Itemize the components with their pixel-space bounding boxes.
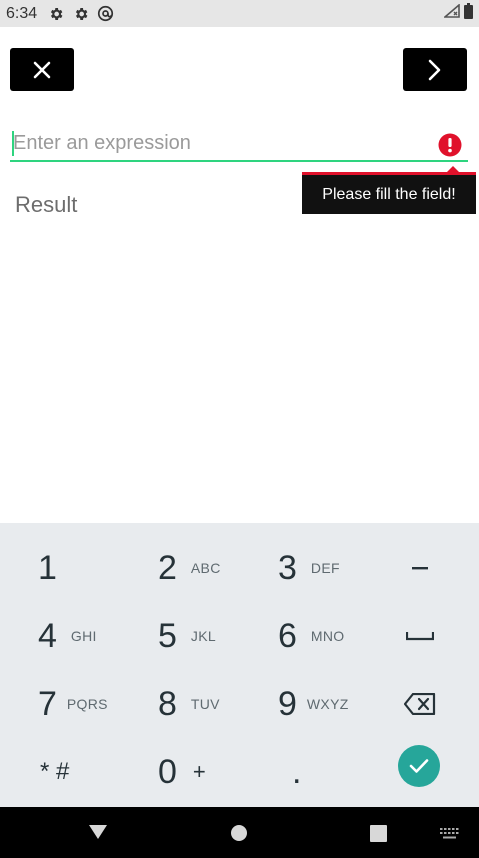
key-0[interactable]: 0 + <box>158 740 268 804</box>
close-icon <box>33 61 51 78</box>
key-label: 8 <box>158 684 177 723</box>
close-button[interactable] <box>10 48 74 91</box>
error-icon[interactable] <box>438 133 462 157</box>
key-4[interactable]: 4 GHI <box>38 604 148 668</box>
key-sublabel: TUV <box>190 696 220 712</box>
key-9[interactable]: 9 WXYZ <box>278 672 388 736</box>
key-sublabel: ABC <box>190 560 221 576</box>
key-6[interactable]: 6 MNO <box>278 604 388 668</box>
key-label: 4 <box>38 616 57 655</box>
key-label: * # <box>40 758 70 785</box>
result-label: Result <box>15 192 78 217</box>
signal-icon <box>442 3 460 23</box>
key-label: 3 <box>278 548 297 587</box>
key-label: 5 <box>158 616 177 655</box>
key-star-hash[interactable]: * # <box>40 740 150 804</box>
space-icon <box>406 632 434 641</box>
key-label: 7 <box>38 684 57 723</box>
key-label: 0 <box>158 752 177 791</box>
key-7[interactable]: 7 PQRS <box>38 672 148 736</box>
battery-icon <box>464 3 473 24</box>
key-sublabel: WXYZ <box>306 696 349 712</box>
key-sublabel: PQRS <box>66 696 108 712</box>
gear-icon <box>72 5 89 22</box>
key-8[interactable]: 8 TUV <box>158 672 268 736</box>
backspace-icon <box>404 693 436 715</box>
key-5[interactable]: 5 JKL <box>158 604 268 668</box>
key-label: 1 <box>38 548 57 587</box>
key-1[interactable]: 1 <box>38 536 148 600</box>
minus-icon <box>412 567 428 570</box>
key-sublabel: GHI <box>70 628 97 644</box>
at-icon <box>97 5 114 22</box>
key-label: . <box>292 752 302 791</box>
key-minus[interactable] <box>400 536 440 600</box>
key-sublabel: MNO <box>310 628 345 644</box>
gear-icon <box>47 5 64 22</box>
next-button[interactable] <box>403 48 467 91</box>
key-dot[interactable]: . <box>292 740 402 804</box>
navigation-bar <box>0 807 479 858</box>
status-time: 6:34 <box>6 4 38 22</box>
keyboard-switch-icon[interactable] <box>440 828 459 840</box>
key-2[interactable]: 2 ABC <box>158 536 268 600</box>
done-button[interactable] <box>398 745 440 787</box>
expression-field[interactable] <box>10 126 468 162</box>
screen: 6:34 Enter an expression Please fill the… <box>0 0 479 858</box>
back-icon[interactable] <box>88 824 108 840</box>
status-bar: 6:34 <box>0 0 479 27</box>
key-label: 9 <box>278 684 297 723</box>
error-tooltip: Please fill the field! <box>302 172 476 214</box>
status-right <box>442 3 473 24</box>
key-sublabel: DEF <box>310 560 340 576</box>
home-icon[interactable] <box>230 824 248 842</box>
key-backspace[interactable] <box>400 672 440 736</box>
key-3[interactable]: 3 DEF <box>278 536 388 600</box>
chevron-right-icon <box>428 59 441 80</box>
recents-icon[interactable] <box>370 825 387 842</box>
key-sublabel: + <box>192 759 207 784</box>
key-label: 2 <box>158 548 177 587</box>
check-icon <box>409 759 429 773</box>
numeric-keyboard: 1 2 ABC 3 DEF 4 GHI 5 JKL 6 MNO 7 PQRS 8… <box>0 523 479 807</box>
expression-input[interactable] <box>13 132 423 155</box>
key-label: 6 <box>278 616 297 655</box>
key-sublabel: JKL <box>190 628 216 644</box>
key-space[interactable] <box>400 604 440 668</box>
